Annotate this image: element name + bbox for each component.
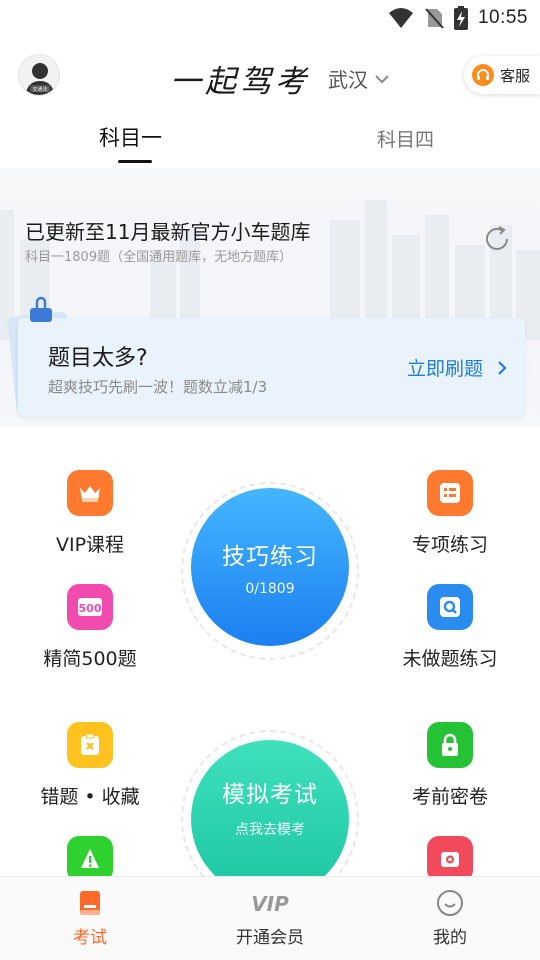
skill-practice-progress: 0/1809 [245,581,295,597]
special-practice-label: 专项练习 [411,534,488,556]
skill-practice-button[interactable]: 技巧练习 0/1809 [191,488,349,646]
wrong-mark-icon [67,722,113,768]
lock-icon [427,722,473,768]
nav-vip[interactable]: VIP 开通会员 [210,889,330,948]
wifi-icon [388,8,413,28]
user-silhouette-icon: 交通法 [25,63,55,95]
special-practice-item[interactable]: 专项练习 [385,470,515,557]
unanswered-practice-item[interactable]: 未做题练习 [385,584,515,671]
nav-profile[interactable]: 我的 [390,889,510,948]
mock-exam-button[interactable]: 模拟考试 点我去模考 [191,740,349,898]
exam-book-icon [80,891,100,915]
tab-active-indicator [118,160,152,163]
pre-exam-paper-item[interactable]: 考前密卷 [385,722,515,809]
update-title: 已更新至11月最新官方小车题库 [25,220,311,244]
svg-text:VIP: VIP [251,892,289,916]
quick-practice-card[interactable]: 题目太多? 超爽技巧先刷一波！题数立减1/3 立即刷题 [18,318,525,416]
mock-exam-sub: 点我去模考 [235,822,305,838]
practice-now-link[interactable]: 立即刷题 [407,354,507,381]
nav-vip-label: 开通会员 [236,928,304,948]
nav-exam[interactable]: 考试 [30,889,150,948]
chevron-down-icon [375,74,389,83]
tab-subject-four[interactable]: 科目四 [377,125,434,152]
vip-course-label: VIP课程 [55,534,125,556]
city-selector[interactable]: 武汉 [328,64,390,93]
500-badge-icon: 500 [67,584,113,630]
wrong-and-favorites-item[interactable]: 错题 • 收藏 [25,722,155,809]
status-bar: 10:55 [0,0,540,36]
practice-now-label: 立即刷题 [406,358,483,380]
subject-tabs: 科目一 科目四 [0,116,540,164]
vip-icon: VIP [251,892,289,916]
nav-exam-label: 考试 [73,928,107,948]
unanswered-practice-label: 未做题练习 [402,648,498,670]
app-header: 交通法 一起驾考 武汉 客服 [0,46,540,106]
service-label: 客服 [500,66,531,85]
pre-exam-paper-label: 考前密卷 [411,786,488,808]
wrong-and-favorites-label: 错题 • 收藏 [40,786,140,808]
card-title: 题目太多? [48,346,148,371]
lean-500-item[interactable]: 500 精简500题 [25,584,155,671]
avatar-badge-text: 交通法 [32,86,47,93]
500-badge-text: 500 [79,602,102,615]
headset-icon [472,64,494,86]
clip-icon [30,296,52,322]
app-title: 一起驾考 [170,64,310,100]
vip-course-item[interactable]: VIP课程 [25,470,155,557]
refresh-icon[interactable] [482,224,512,254]
bottom-navigation: 考试 VIP 开通会员 我的 [0,876,540,960]
skill-practice-title: 技巧练习 [222,544,318,570]
update-subtitle: 科目一1809题（全国通用题库，无地方题库） [25,250,293,265]
card-subtitle: 超爽技巧先刷一波！题数立减1/3 [48,378,268,396]
lean-500-label: 精简500题 [43,648,137,670]
avatar[interactable]: 交通法 [18,54,60,96]
customer-service-button[interactable]: 客服 [464,56,540,94]
tab-subject-one[interactable]: 科目一 [99,122,162,152]
list-icon [427,470,473,516]
mock-exam-title: 模拟考试 [222,782,318,808]
status-time: 10:55 [477,7,528,28]
no-sim-icon [425,8,444,29]
city-label: 武汉 [328,68,368,92]
smile-profile-icon [437,890,463,916]
chevron-right-icon [498,360,507,375]
search-question-icon [427,584,473,630]
battery-charging-icon [453,6,468,30]
crown-icon [67,470,113,516]
nav-profile-label: 我的 [433,928,467,948]
update-banner: 已更新至11月最新官方小车题库 科目一1809题（全国通用题库，无地方题库） 题… [0,168,540,426]
